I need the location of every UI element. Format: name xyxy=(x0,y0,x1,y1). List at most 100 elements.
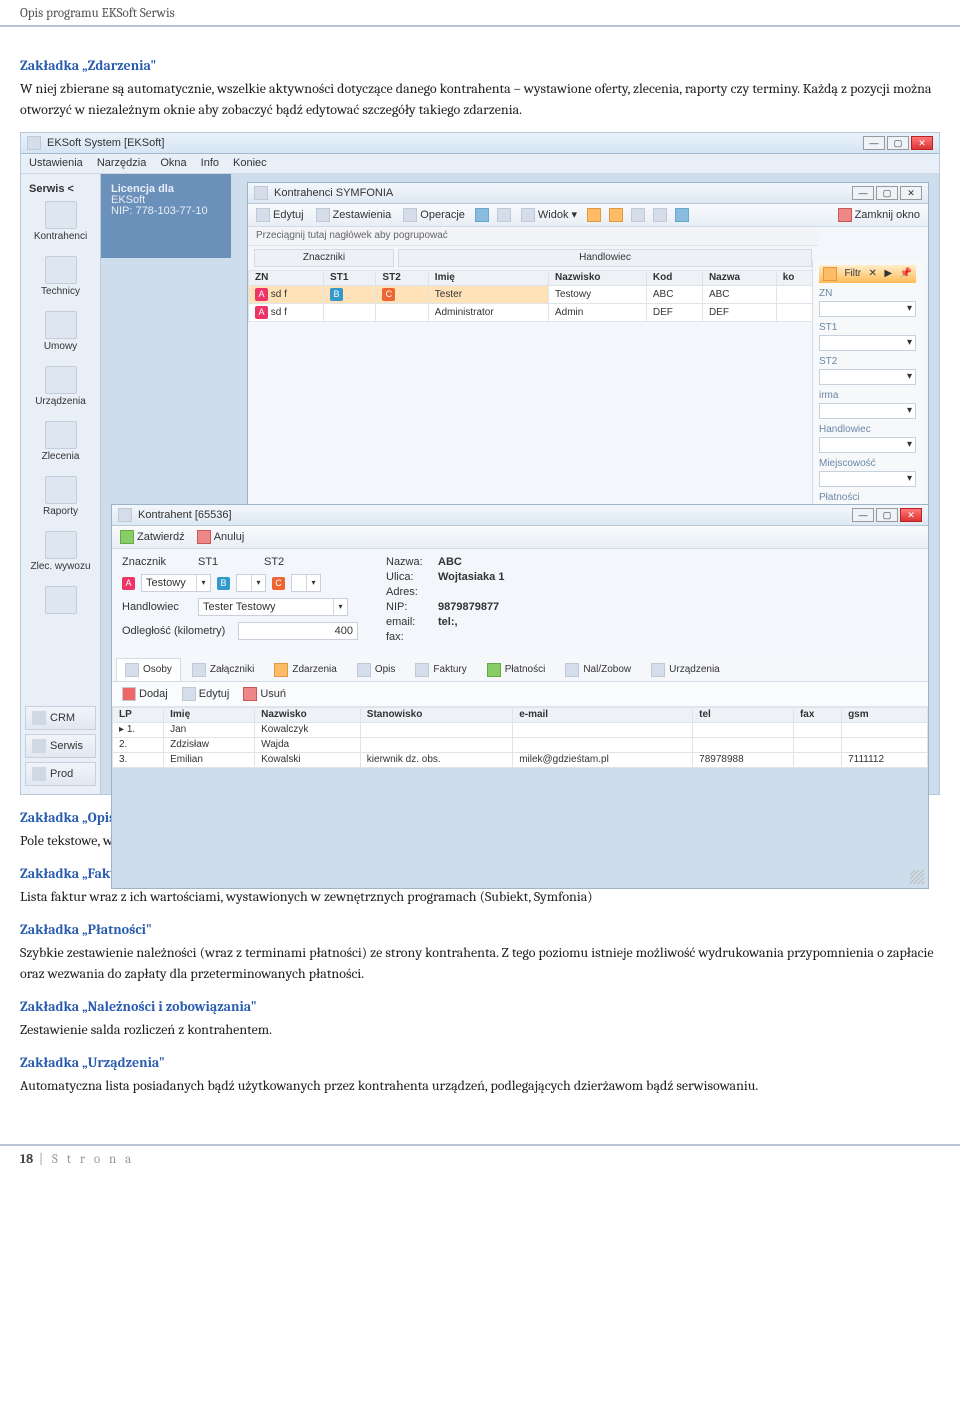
col-lp[interactable]: LP xyxy=(113,708,164,723)
col-imie[interactable]: Imię xyxy=(428,271,548,286)
card-icon xyxy=(118,508,132,522)
tab-zalaczniki[interactable]: Załączniki xyxy=(183,658,263,681)
detail-min-button[interactable]: — xyxy=(852,508,874,522)
table-row[interactable]: ▸ 1.JanKowalczyk xyxy=(113,723,928,738)
funnel-icon xyxy=(823,267,837,281)
tab-platnosci[interactable]: Płatności xyxy=(478,658,555,681)
tab-opis[interactable]: Opis xyxy=(348,658,405,681)
filter-miej-input[interactable]: ▾ xyxy=(819,471,916,487)
section-text-zdarzenia: W niej zbierane są automatycznie, wszelk… xyxy=(20,78,940,120)
table-row[interactable]: A sd f B C Tester Testowy ABC ABC xyxy=(249,286,818,304)
sidebar-item-kontrahenci[interactable]: Kontrahenci xyxy=(25,201,96,242)
filter-pin-icon[interactable]: 📌 xyxy=(900,269,912,279)
sidebar-item-umowy[interactable]: Umowy xyxy=(25,311,96,352)
col-nazwisko[interactable]: Nazwisko xyxy=(255,708,361,723)
filter-firma-input[interactable]: ▾ xyxy=(819,403,916,419)
osoby-grid[interactable]: LP Imię Nazwisko Stanowisko e-mail tel f… xyxy=(112,707,928,768)
resize-grip-icon[interactable] xyxy=(910,870,924,884)
find-icon[interactable] xyxy=(675,208,689,222)
usun-button[interactable]: Usuń xyxy=(241,686,288,702)
invoice-icon xyxy=(415,663,429,677)
col-st1[interactable]: ST1 xyxy=(324,271,376,286)
st1-dropdown[interactable]: ▾ xyxy=(236,574,266,592)
handlowiec-dropdown[interactable]: Tester Testowy▾ xyxy=(198,598,348,616)
search-icon[interactable] xyxy=(475,208,489,222)
close-button[interactable]: ✕ xyxy=(911,136,933,150)
odleglosc-field[interactable]: 400 xyxy=(238,622,358,640)
expand-icon[interactable] xyxy=(609,208,623,222)
sidebar-item-calendar[interactable] xyxy=(25,586,96,617)
col-tel[interactable]: tel xyxy=(693,708,794,723)
st2-dropdown[interactable]: ▾ xyxy=(291,574,321,592)
widok-button[interactable]: Widok▾ xyxy=(519,207,579,223)
kontrahenci-grid[interactable]: ZN ST1 ST2 Imię Nazwisko Kod Nazwa ko xyxy=(248,270,818,322)
detail-close-button[interactable]: ✕ xyxy=(900,508,922,522)
col-email[interactable]: e-mail xyxy=(513,708,693,723)
sidebar-item-raporty[interactable]: Raporty xyxy=(25,476,96,517)
sidebar-cat-crm[interactable]: CRM xyxy=(25,706,96,730)
filter-hand-input[interactable]: ▾ xyxy=(819,437,916,453)
tree-icon[interactable] xyxy=(587,208,601,222)
tab-urzadzenia[interactable]: Urządzenia xyxy=(642,658,729,681)
pill-a-icon: A xyxy=(255,288,268,301)
table-row[interactable]: 2.ZdzisławWajda xyxy=(113,738,928,753)
sidebar-cat-serwis[interactable]: Serwis xyxy=(25,734,96,758)
dodaj-button[interactable]: Dodaj xyxy=(120,686,170,702)
znacznik-label: Znacznik xyxy=(122,557,192,568)
table-row[interactable]: 3.EmilianKowalskikierwnik dz. obs.milek@… xyxy=(113,753,928,768)
tab-faktury[interactable]: Faktury xyxy=(406,658,475,681)
license-nip: NIP: 778-103-77-10 xyxy=(111,206,221,217)
detail-max-button[interactable]: ▢ xyxy=(876,508,898,522)
filter-next-icon[interactable]: ▶ xyxy=(884,269,892,279)
tab-osoby[interactable]: Osoby xyxy=(116,658,181,681)
col-zn[interactable]: ZN xyxy=(249,271,324,286)
group-dropzone[interactable]: Przeciągnij tutaj nagłówek aby pogrupowa… xyxy=(248,227,818,246)
menu-koniec[interactable]: Koniec xyxy=(233,158,267,169)
sidebar-item-wywoz[interactable]: Zlec. wywozu xyxy=(25,531,96,572)
table-row[interactable]: A sd f Administrator Admin DEF DEF xyxy=(249,304,818,322)
workspace: Licencja dla EKSoft NIP: 778-103-77-10 K… xyxy=(101,174,939,794)
minimize-button[interactable]: — xyxy=(863,136,885,150)
chevron-down-icon: ▾ xyxy=(196,575,210,591)
sidebar-item-urzadzenia[interactable]: Urządzenia xyxy=(25,366,96,407)
filter-st1-input[interactable]: ▾ xyxy=(819,335,916,351)
zamknij-okno-button[interactable]: Zamknij okno xyxy=(836,207,922,223)
tab-zdarzenia[interactable]: Zdarzenia xyxy=(265,658,345,681)
kontr-close-button[interactable]: ✕ xyxy=(900,186,922,200)
operacje-button[interactable]: Operacje xyxy=(401,207,467,223)
tab-nalzobow[interactable]: Nal/Zobow xyxy=(556,658,640,681)
zestawienia-button[interactable]: Zestawienia xyxy=(314,207,394,223)
anuluj-button[interactable]: Anuluj xyxy=(195,529,247,545)
col-kod[interactable]: Kod xyxy=(646,271,702,286)
menu-narzedzia[interactable]: Narzędzia xyxy=(97,158,147,169)
sidebar-cat-prod[interactable]: Prod xyxy=(25,762,96,786)
kontr-min-button[interactable]: — xyxy=(852,186,874,200)
print-icon[interactable] xyxy=(631,208,645,222)
col-gsm[interactable]: gsm xyxy=(842,708,928,723)
kontr-max-button[interactable]: ▢ xyxy=(876,186,898,200)
sidebar-item-zlecenia[interactable]: Zlecenia xyxy=(25,421,96,462)
znacznik-dropdown[interactable]: Testowy▾ xyxy=(141,574,211,592)
col-fax[interactable]: fax xyxy=(793,708,841,723)
filter-st2-input[interactable]: ▾ xyxy=(819,369,916,385)
osoby-edytuj-button[interactable]: Edytuj xyxy=(180,686,232,702)
edytuj-button[interactable]: Edytuj xyxy=(254,207,306,223)
export-icon[interactable] xyxy=(653,208,667,222)
filter-close-icon[interactable]: ✕ xyxy=(869,269,877,279)
maximize-button[interactable]: ▢ xyxy=(887,136,909,150)
col-stanowisko[interactable]: Stanowisko xyxy=(360,708,512,723)
menu-okna[interactable]: Okna xyxy=(160,158,186,169)
menu-info[interactable]: Info xyxy=(201,158,219,169)
menu-ustawienia[interactable]: Ustawienia xyxy=(29,158,83,169)
col-nazwa[interactable]: Nazwa xyxy=(702,271,776,286)
zatwierdz-button[interactable]: Zatwierdź xyxy=(118,529,187,545)
refresh-icon[interactable] xyxy=(497,208,511,222)
crm-icon xyxy=(32,711,46,725)
section-text-faktury: Lista faktur wraz z ich wartościami, wys… xyxy=(20,886,940,907)
sidebar-heading[interactable]: Serwis < xyxy=(25,180,96,201)
col-st2[interactable]: ST2 xyxy=(376,271,428,286)
filter-zn-input[interactable]: ▾ xyxy=(819,301,916,317)
sidebar-item-technicy[interactable]: Technicy xyxy=(25,256,96,297)
col-nazwisko[interactable]: Nazwisko xyxy=(548,271,646,286)
col-imie[interactable]: Imię xyxy=(164,708,255,723)
